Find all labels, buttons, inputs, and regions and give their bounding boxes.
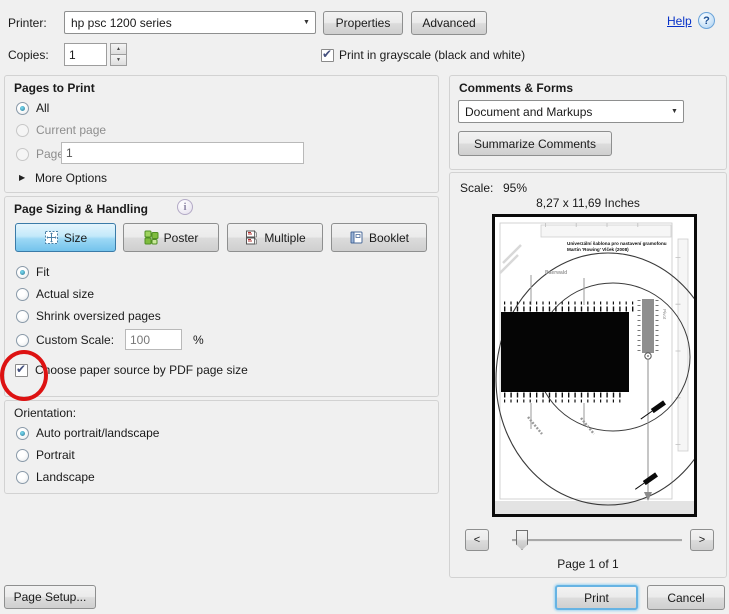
stepper-up-icon[interactable]: ▲ xyxy=(110,43,127,55)
paper-source-label: Choose paper source by PDF page size xyxy=(35,363,248,377)
page-sizing-section: Page Sizing & Handling i Size Poster Mul… xyxy=(4,196,439,397)
page-slider-thumb[interactable] xyxy=(516,530,528,550)
radio-portrait-label: Portrait xyxy=(36,448,75,462)
chevron-down-icon[interactable]: ▼ xyxy=(666,108,683,115)
radio-fit[interactable] xyxy=(16,266,29,279)
stepper-down-icon[interactable]: ▼ xyxy=(110,55,127,66)
page-indicator: Page 1 of 1 xyxy=(557,557,619,571)
radio-fit-label: Fit xyxy=(36,265,50,279)
printer-label: Printer: xyxy=(8,16,47,30)
size-mode-button[interactable]: Size xyxy=(15,223,116,252)
radio-pages[interactable] xyxy=(16,148,29,161)
radio-all-label: All xyxy=(36,101,50,115)
copies-stepper: ▲ ▼ xyxy=(110,43,127,66)
page-setup-button[interactable]: Page Setup... xyxy=(4,585,96,609)
poster-mode-label: Poster xyxy=(163,230,199,245)
more-options-label[interactable]: More Options xyxy=(35,171,107,185)
preview-panel: Scale: 95% 8,27 x 11,69 Inches Univerzál… xyxy=(449,172,727,578)
check-icon: ✔ xyxy=(322,47,333,61)
preview-black-block xyxy=(501,312,629,392)
page-preview: Univerzální šablona pro nastavení gramof… xyxy=(492,214,721,517)
booklet-mode-button[interactable]: Booklet xyxy=(331,223,427,252)
comments-forms-select-value: Document and Markups xyxy=(465,104,593,119)
custom-scale-input[interactable] xyxy=(125,329,182,350)
printer-select-value: hp psc 1200 series xyxy=(71,15,172,30)
radio-current-page-label: Current page xyxy=(36,123,107,137)
preview-doc-title-line2: Martin 'Rowing' Vlček (2008) xyxy=(567,247,629,252)
orientation-section: Orientation: Auto portrait/landscape Por… xyxy=(4,400,439,494)
poster-icon xyxy=(144,230,159,245)
comments-forms-section: Comments & Forms Document and Markups ▼ … xyxy=(449,75,727,170)
radio-current-page[interactable] xyxy=(16,124,29,137)
radio-custom-scale-label: Custom Scale: xyxy=(36,333,115,347)
radio-shrink-label: Shrink oversized pages xyxy=(36,309,161,323)
preview-bottom-margin xyxy=(495,501,694,514)
previous-page-button[interactable]: < xyxy=(465,529,489,551)
radio-all[interactable] xyxy=(16,102,29,115)
page-sizing-title: Page Sizing & Handling xyxy=(14,202,149,216)
pages-to-print-title: Pages to Print xyxy=(14,81,95,95)
comments-forms-select[interactable]: Document and Markups ▼ xyxy=(458,100,684,123)
scale-value: 95% xyxy=(503,181,528,195)
more-options-arrow-icon[interactable]: ▶ xyxy=(19,173,25,182)
page-slider-track[interactable] xyxy=(512,539,682,542)
preview-right-ruler xyxy=(677,238,689,452)
radio-landscape-label: Landscape xyxy=(36,470,95,484)
chevron-down-icon[interactable]: ▼ xyxy=(298,19,315,26)
grayscale-label: Print in grayscale (black and white) xyxy=(339,48,526,62)
printer-select[interactable]: hp psc 1200 series ▼ xyxy=(64,11,316,34)
comments-forms-title: Comments & Forms xyxy=(459,81,574,95)
multiple-icon xyxy=(246,230,258,245)
radio-landscape[interactable] xyxy=(16,471,29,484)
next-page-button[interactable]: > xyxy=(690,529,714,551)
copies-input[interactable] xyxy=(64,43,107,66)
radio-custom-scale[interactable] xyxy=(16,334,29,347)
red-annotation-circle xyxy=(0,350,48,401)
booklet-icon xyxy=(350,231,363,244)
print-button[interactable]: Print xyxy=(555,585,638,610)
poster-mode-button[interactable]: Poster xyxy=(123,223,219,252)
advanced-button[interactable]: Advanced xyxy=(411,11,487,35)
pages-range-input[interactable] xyxy=(61,142,304,164)
radio-portrait[interactable] xyxy=(16,449,29,462)
properties-button[interactable]: Properties xyxy=(323,11,403,35)
preview-pivot-label: Pivot xyxy=(662,309,667,320)
multiple-mode-button[interactable]: Multiple xyxy=(227,223,323,252)
orientation-title: Orientation: xyxy=(14,406,77,420)
cancel-button[interactable]: Cancel xyxy=(647,585,725,610)
grayscale-checkbox[interactable]: ✔ xyxy=(321,47,334,62)
help-link[interactable]: Help xyxy=(667,14,692,28)
radio-actual-size-label: Actual size xyxy=(36,287,95,301)
preview-top-ruler xyxy=(540,224,672,238)
preview-doc-title-line1: Univerzální šablona pro nastavení gramof… xyxy=(567,241,667,246)
radio-actual-size[interactable] xyxy=(16,288,29,301)
info-icon[interactable]: i xyxy=(177,199,193,215)
scale-label: Scale: xyxy=(460,181,494,195)
radio-auto-orientation-label: Auto portrait/landscape xyxy=(36,426,160,440)
paper-size-label: 8,27 x 11,69 Inches xyxy=(536,196,640,210)
radio-auto-orientation[interactable] xyxy=(16,427,29,440)
preview-pivot-bar xyxy=(642,299,654,353)
radio-shrink[interactable] xyxy=(16,310,29,323)
pages-to-print-section: Pages to Print All Current page Pages ▶ … xyxy=(4,75,439,193)
copies-label: Copies: xyxy=(8,48,49,62)
preview-baerwald-label: Baerwald xyxy=(545,270,567,276)
summarize-comments-button[interactable]: Summarize Comments xyxy=(458,131,612,156)
size-mode-label: Size xyxy=(63,230,88,245)
help-icon[interactable]: ? xyxy=(698,12,715,29)
print-dialog: Printer: hp psc 1200 series ▼ Properties… xyxy=(0,0,729,614)
booklet-mode-label: Booklet xyxy=(368,230,410,245)
percent-label: % xyxy=(193,333,204,347)
multiple-mode-label: Multiple xyxy=(264,230,306,245)
preview-document-image: Univerzální šablona pro nastavení gramof… xyxy=(495,217,721,514)
size-icon xyxy=(44,231,58,244)
